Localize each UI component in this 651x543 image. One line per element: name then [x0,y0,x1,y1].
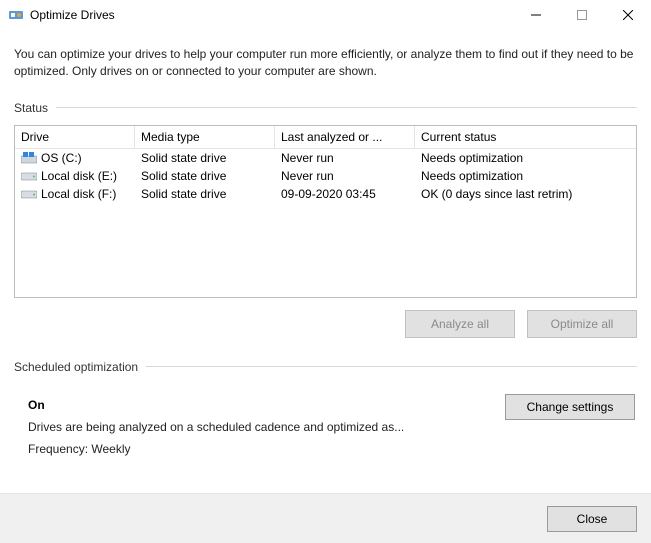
table-row[interactable]: OS (C:) Solid state driveNever runNeeds o… [15,149,636,167]
cell-status: OK (0 days since last retrim) [415,185,636,203]
cell-status: Needs optimization [415,149,636,167]
cell-last-analyzed: Never run [275,167,415,185]
drive-name: Local disk (F:) [41,187,116,201]
cell-last-analyzed: 09-09-2020 03:45 [275,185,415,203]
titlebar: Optimize Drives [0,0,651,30]
drive-table: Drive Media type Last analyzed or ... Cu… [14,125,637,298]
cell-media: Solid state drive [135,185,275,203]
cell-drive: OS (C:) [15,149,135,167]
windows-drive-icon [21,152,37,164]
app-icon [8,7,24,23]
table-row[interactable]: Local disk (F:) Solid state drive09-09-20… [15,185,636,203]
table-row[interactable]: Local disk (E:) Solid state driveNever ru… [15,167,636,185]
maximize-button[interactable] [559,0,605,30]
col-header-last[interactable]: Last analyzed or ... [275,126,415,149]
scheduled-state: On [28,398,505,412]
hdd-drive-icon [21,170,37,182]
col-header-drive[interactable]: Drive [15,126,135,149]
cell-status: Needs optimization [415,167,636,185]
optimize-all-button[interactable]: Optimize all [527,310,637,338]
minimize-button[interactable] [513,0,559,30]
col-header-media[interactable]: Media type [135,126,275,149]
window-title: Optimize Drives [30,8,513,22]
analyze-all-button[interactable]: Analyze all [405,310,515,338]
close-button[interactable]: Close [547,506,637,532]
col-header-status[interactable]: Current status [415,126,636,149]
divider [146,366,637,367]
close-window-button[interactable] [605,0,651,30]
divider [56,107,637,108]
drive-name: Local disk (E:) [41,169,117,183]
table-body: OS (C:) Solid state driveNever runNeeds o… [15,149,636,297]
cell-media: Solid state drive [135,167,275,185]
dialog-footer: Close [0,493,651,543]
change-settings-button[interactable]: Change settings [505,394,635,420]
scheduled-group-label: Scheduled optimization [14,360,146,374]
cell-drive: Local disk (F:) [15,185,135,203]
hdd-drive-icon [21,188,37,200]
scheduled-frequency: Frequency: Weekly [28,442,505,456]
status-group-label: Status [14,101,56,115]
cell-drive: Local disk (E:) [15,167,135,185]
table-header: Drive Media type Last analyzed or ... Cu… [15,126,636,149]
intro-text: You can optimize your drives to help you… [14,46,637,81]
cell-media: Solid state drive [135,149,275,167]
cell-last-analyzed: Never run [275,149,415,167]
drive-name: OS (C:) [41,151,82,165]
scheduled-description: Drives are being analyzed on a scheduled… [28,420,505,434]
